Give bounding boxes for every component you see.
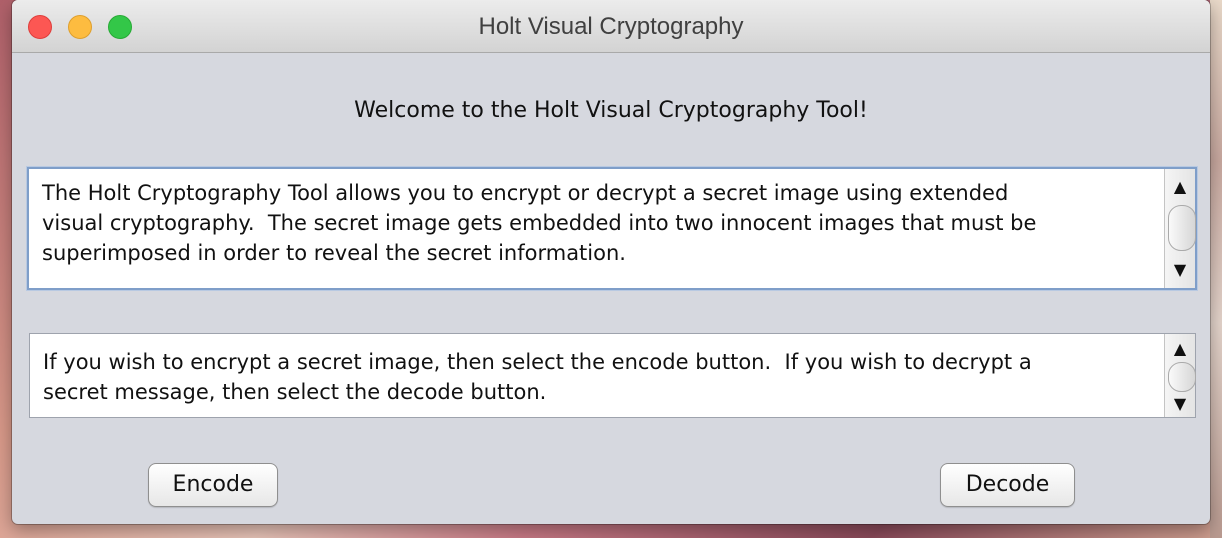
instructions-textarea[interactable]: If you wish to encrypt a secret image, t… [29, 333, 1196, 418]
instructions-scrollbar[interactable]: ▲ ▼ [1164, 334, 1196, 417]
description-scrollbar[interactable]: ▲ ▼ [1164, 169, 1196, 288]
encode-button[interactable]: Encode [148, 463, 278, 507]
title-bar[interactable]: Holt Visual Cryptography [12, 0, 1210, 53]
scroll-thumb[interactable] [1168, 205, 1196, 251]
scroll-down-icon[interactable]: ▼ [1165, 396, 1195, 412]
decode-button[interactable]: Decode [940, 463, 1075, 507]
description-textarea[interactable]: The Holt Cryptography Tool allows you to… [27, 167, 1197, 290]
scroll-thumb[interactable] [1168, 362, 1196, 392]
scroll-down-icon[interactable]: ▼ [1165, 262, 1195, 278]
scroll-up-icon[interactable]: ▲ [1165, 341, 1195, 357]
window-title: Holt Visual Cryptography [478, 13, 744, 40]
description-text: The Holt Cryptography Tool allows you to… [42, 181, 1037, 265]
app-window: Holt Visual Cryptography Welcome to the … [12, 0, 1210, 524]
welcome-label: Welcome to the Holt Visual Cryptography … [354, 98, 868, 123]
instructions-text: If you wish to encrypt a secret image, t… [43, 350, 1032, 404]
scroll-up-icon[interactable]: ▲ [1165, 179, 1195, 195]
desktop-background [1210, 0, 1222, 538]
